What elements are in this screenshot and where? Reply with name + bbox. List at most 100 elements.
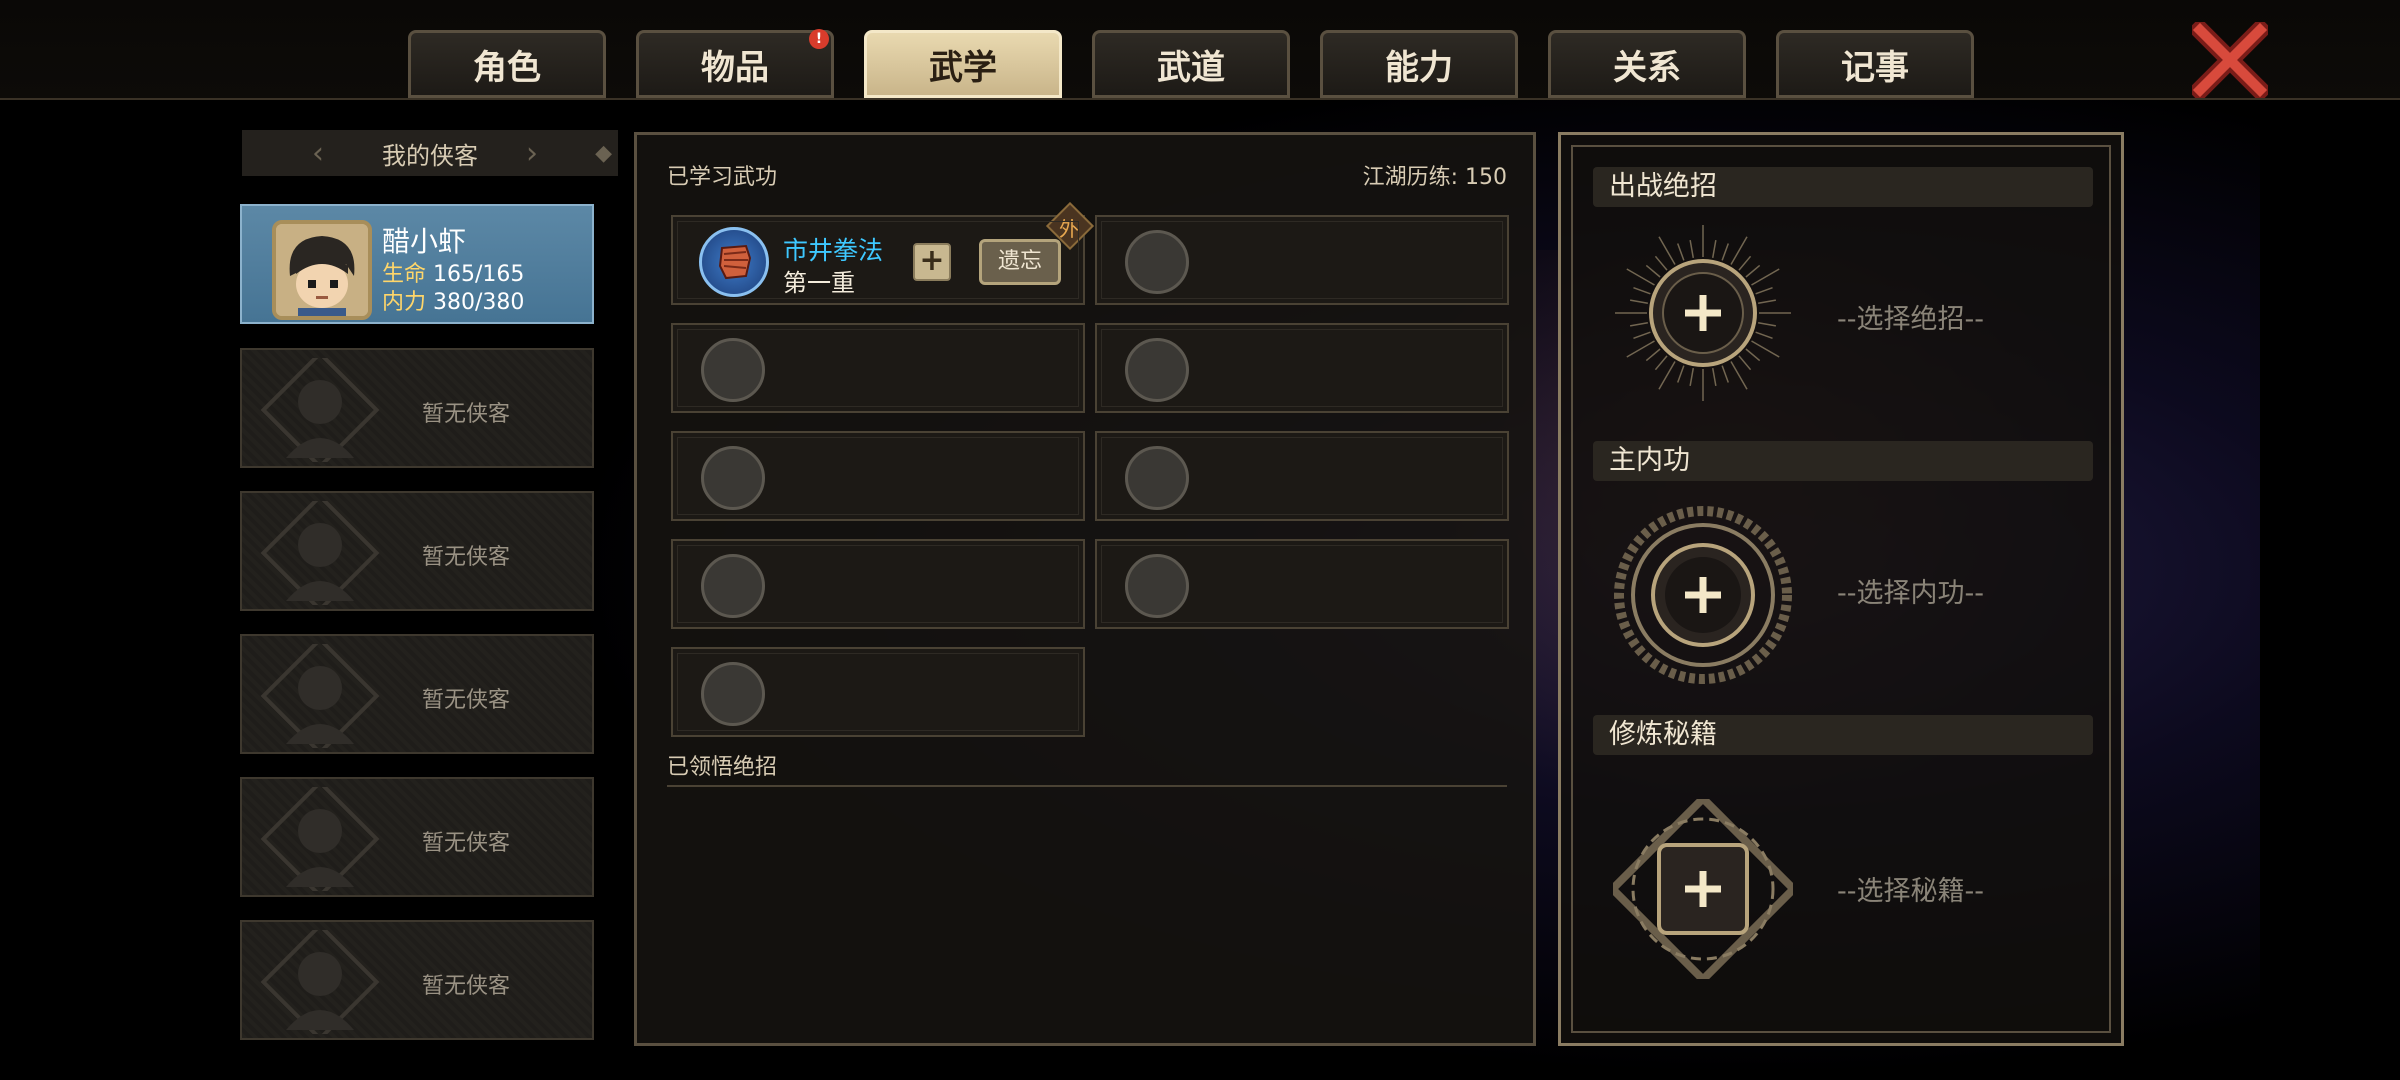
- emblem-ray: [1676, 365, 1685, 383]
- ultimate-header: 出战绝招: [1593, 167, 2093, 207]
- emblem-ray: [1755, 331, 1773, 340]
- manual-header: 修炼秘籍: [1593, 715, 2093, 755]
- skill-slot-empty[interactable]: [671, 431, 1085, 521]
- tab-martial-arts[interactable]: 武学: [864, 30, 1062, 98]
- skill-slot-empty[interactable]: [1095, 323, 1509, 413]
- empty-skill-circle-icon: [1125, 230, 1189, 294]
- tab-items[interactable]: 物品!: [636, 29, 834, 98]
- tab-label: 记事: [1841, 47, 1909, 88]
- emblem-ray: [1738, 255, 1752, 271]
- skill-slot-learned[interactable]: 市井拳法 第一重 + 遗忘 外: [671, 201, 1095, 305]
- emblem-ray: [1629, 299, 1648, 305]
- emblem-ray: [1658, 361, 1676, 390]
- party-slot-empty[interactable]: 暂无侠客: [240, 634, 594, 754]
- empty-silhouette-icon: [260, 644, 380, 748]
- emblem-ray: [1689, 368, 1695, 387]
- hero-mp: 内力 380/380: [382, 284, 524, 316]
- skill-level: 第一重: [783, 269, 855, 297]
- martial-arts-panel: 已学习武功 江湖历练: 150 市井拳法 第一重 + 遗忘 外 已领悟绝招: [634, 132, 1536, 1046]
- mp-label: 内力: [382, 290, 427, 315]
- tab-relations[interactable]: 关系: [1548, 30, 1746, 98]
- tab-character[interactable]: 角色: [408, 30, 606, 98]
- empty-skill-circle-icon: [1125, 338, 1189, 402]
- mp-value: 380/380: [433, 290, 525, 315]
- skill-slot-empty[interactable]: [1095, 431, 1509, 521]
- emblem-ray: [1751, 340, 1780, 358]
- empty-skill-circle-icon: [701, 446, 765, 510]
- empty-skill-circle-icon: [1125, 554, 1189, 618]
- chevron-right-icon: ›: [526, 135, 538, 171]
- empty-slot-label: 暂无侠客: [422, 545, 511, 570]
- party-header-label: 我的侠客: [382, 141, 478, 170]
- top-bar: 角色 物品! 武学 武道 能力 关系 记事: [0, 0, 2400, 100]
- hero-avatar: [272, 220, 372, 320]
- emblem-ray: [1745, 348, 1761, 362]
- fist-skill-icon: [699, 227, 769, 297]
- emblem-ray: [1755, 286, 1773, 295]
- close-x-icon[interactable]: [2192, 22, 2268, 98]
- ultimate-select-emblem[interactable]: [1613, 223, 1793, 403]
- emblem-ray: [1689, 239, 1695, 258]
- equip-panel: 出战绝招 --选择绝招-- 主内功 --选择内功-- 修炼秘籍 --选择秘籍--: [1558, 132, 2124, 1046]
- skill-slot-empty[interactable]: [671, 539, 1085, 629]
- empty-skill-circle-icon: [1125, 446, 1189, 510]
- emblem-ray: [1758, 321, 1777, 327]
- emblem-ray: [1645, 264, 1661, 278]
- empty-silhouette-icon: [260, 501, 380, 605]
- emblem-ray: [1711, 368, 1717, 387]
- party-slot-empty[interactable]: 暂无侠客: [240, 920, 594, 1040]
- empty-slot-label: 暂无侠客: [422, 402, 511, 427]
- manual-select-emblem[interactable]: [1613, 799, 1793, 979]
- empty-slot-label: 暂无侠客: [422, 974, 511, 999]
- inner-art-select-emblem[interactable]: [1613, 505, 1793, 685]
- tab-label: 武学: [929, 47, 997, 88]
- tab-journal[interactable]: 记事: [1776, 30, 1974, 98]
- party-slot-empty[interactable]: 暂无侠客: [240, 777, 594, 897]
- diamond-icon: ◆: [595, 140, 612, 166]
- tab-label: 武道: [1157, 47, 1225, 88]
- empty-skill-circle-icon: [701, 662, 765, 726]
- skill-slot-empty[interactable]: [671, 323, 1085, 413]
- tab-label: 能力: [1385, 47, 1453, 88]
- emblem-ray: [1626, 268, 1655, 286]
- section-divider: [667, 785, 1507, 787]
- skill-slot-empty[interactable]: [671, 647, 1085, 737]
- ultimate-hint: --选择绝招--: [1837, 304, 1984, 335]
- party-header: ‹ 我的侠客 › ◆: [242, 130, 618, 176]
- empty-skill-circle-icon: [701, 338, 765, 402]
- emblem-ray: [1745, 264, 1761, 278]
- skill-slot-empty[interactable]: [1095, 215, 1509, 305]
- skill-slot-empty[interactable]: [1095, 539, 1509, 629]
- emblem-ray: [1633, 286, 1651, 295]
- emblem-ray: [1676, 243, 1685, 261]
- empty-silhouette-icon: [260, 930, 380, 1034]
- skill-type-tag: 外: [1059, 217, 1079, 241]
- party-slot-hero[interactable]: 醋小虾 生命 165/165 内力 380/380: [240, 204, 594, 324]
- comprehended-ultimates-title: 已领悟绝招: [667, 755, 778, 780]
- inner-art-header: 主内功: [1593, 441, 2093, 481]
- upgrade-plus-button[interactable]: +: [913, 243, 951, 281]
- party-slot-empty[interactable]: 暂无侠客: [240, 491, 594, 611]
- emblem-ray: [1751, 268, 1780, 286]
- emblem-ray: [1711, 239, 1717, 258]
- inner-art-hint: --选择内功--: [1837, 578, 1984, 609]
- emblem-ray: [1730, 236, 1748, 265]
- notification-badge: !: [809, 29, 829, 49]
- emblem-ray: [1654, 255, 1668, 271]
- emblem-ray: [1721, 243, 1730, 261]
- empty-slot-label: 暂无侠客: [422, 831, 511, 856]
- emblem-ray: [1658, 236, 1676, 265]
- tab-abilities[interactable]: 能力: [1320, 30, 1518, 98]
- empty-silhouette-icon: [260, 358, 380, 462]
- forget-button[interactable]: 遗忘: [979, 239, 1061, 285]
- tab-martial-way[interactable]: 武道: [1092, 30, 1290, 98]
- tab-label: 物品: [701, 47, 769, 88]
- tab-label: 角色: [473, 47, 541, 88]
- manual-hint: --选择秘籍--: [1837, 876, 1984, 907]
- emblem-ray: [1738, 355, 1752, 371]
- emblem-ray: [1629, 321, 1648, 327]
- emblem-ray: [1654, 355, 1668, 371]
- learned-skills-title: 已学习武功: [667, 165, 778, 190]
- skill-name: 市井拳法: [783, 236, 884, 265]
- party-slot-empty[interactable]: 暂无侠客: [240, 348, 594, 468]
